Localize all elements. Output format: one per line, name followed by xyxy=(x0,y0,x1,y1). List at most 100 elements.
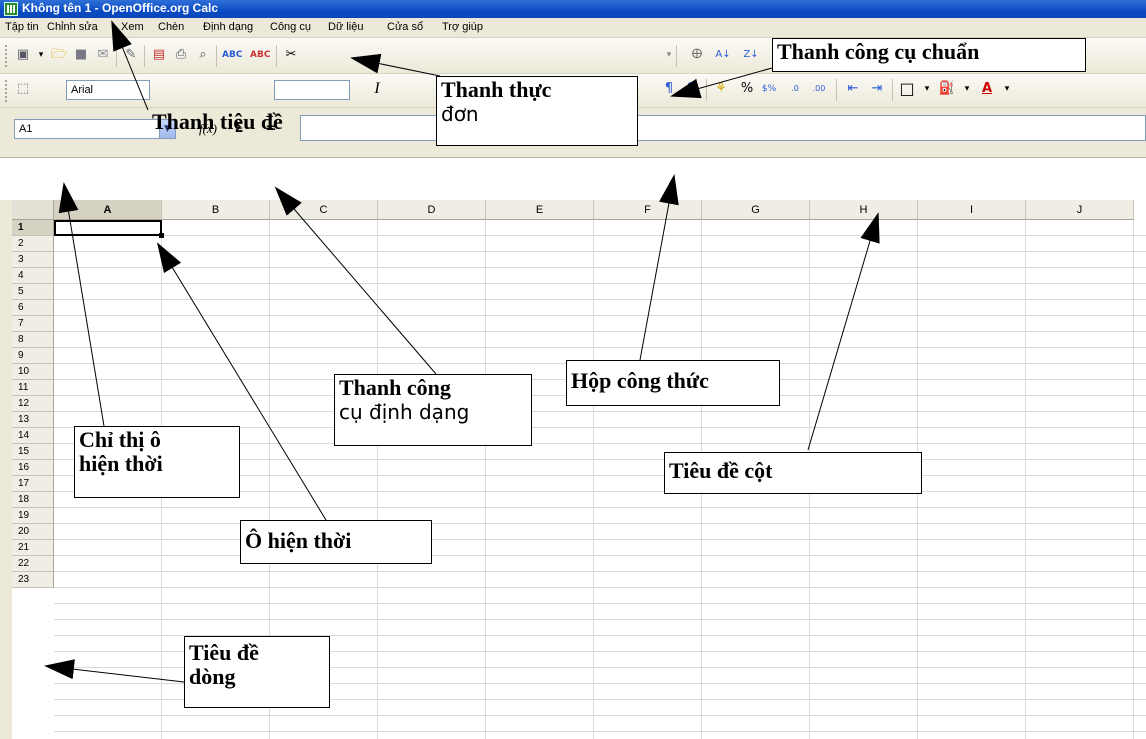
print-icon[interactable]: ⎙ xyxy=(172,46,190,64)
page-preview-icon[interactable]: ⌕ xyxy=(194,46,212,64)
menu-help[interactable]: Trợ giúp xyxy=(442,21,483,33)
styles-formatting-icon[interactable]: ⬚ xyxy=(14,80,32,98)
spellcheck-icon[interactable]: ABC xyxy=(222,46,242,64)
row-header-22[interactable]: 22 xyxy=(12,556,54,572)
column-header-f[interactable]: F xyxy=(594,200,702,220)
callout-text: Thanh công cụ chuẩn xyxy=(777,39,980,64)
add-decimal-icon[interactable]: .0 xyxy=(786,80,804,98)
callout-title-bar: Thanh tiêu đề xyxy=(148,108,360,142)
column-header-g[interactable]: G xyxy=(702,200,810,220)
row-header-18[interactable]: 18 xyxy=(12,492,54,508)
row-header-5[interactable]: 5 xyxy=(12,284,54,300)
window-title: Không tên 1 - OpenOffice.org Calc xyxy=(22,1,219,15)
callout-text: cụ định dạng xyxy=(339,400,470,424)
column-header-i[interactable]: I xyxy=(918,200,1026,220)
font-name-box[interactable]: Arial xyxy=(66,80,150,100)
callout-text: Chỉ thị ô xyxy=(79,427,161,452)
row-header-17[interactable]: 17 xyxy=(12,476,54,492)
row-header-11[interactable]: 11 xyxy=(12,380,54,396)
save-icon[interactable]: ■ xyxy=(72,46,90,64)
row-header-12[interactable]: 12 xyxy=(12,396,54,412)
row-header-20[interactable]: 20 xyxy=(12,524,54,540)
menu-view[interactable]: Xem xyxy=(121,21,144,33)
column-header-h[interactable]: H xyxy=(810,200,918,220)
callout-standard-toolbar: Thanh công cụ chuẩn xyxy=(772,38,1086,72)
text-ltr-icon[interactable]: ¶ xyxy=(660,80,678,98)
column-header-a[interactable]: A xyxy=(54,200,162,220)
row-header-16[interactable]: 16 xyxy=(12,460,54,476)
chevron-down-icon[interactable]: ▾ xyxy=(32,46,50,64)
callout-text: Hộp công thức xyxy=(571,368,709,393)
chevron-down-icon[interactable]: ▾ xyxy=(998,80,1016,98)
separator xyxy=(676,45,677,67)
new-document-icon[interactable]: ▣ xyxy=(14,46,32,64)
currency-format-icon[interactable]: ⚘ xyxy=(712,80,730,98)
toolbar-grip[interactable] xyxy=(5,45,8,67)
menu-tools[interactable]: Công cụ xyxy=(270,21,311,33)
column-header-d[interactable]: D xyxy=(378,200,486,220)
title-bar[interactable]: Không tên 1 - OpenOffice.org Calc xyxy=(0,0,1146,18)
separator xyxy=(276,45,277,67)
row-header-10[interactable]: 10 xyxy=(12,364,54,380)
menu-data[interactable]: Dữ liệu xyxy=(328,21,364,33)
email-icon[interactable]: ✉ xyxy=(94,46,112,64)
row-header-13[interactable]: 13 xyxy=(12,412,54,428)
standard-format-icon[interactable]: $% xyxy=(760,80,778,98)
callout-text: Thanh công xyxy=(339,375,451,400)
increase-indent-icon[interactable]: ⇥ xyxy=(868,80,886,98)
chevron-down-icon[interactable]: ▾ xyxy=(958,80,976,98)
toolbar-grip[interactable] xyxy=(5,80,8,102)
menu-edit[interactable]: Chỉnh sửa xyxy=(47,21,98,33)
row-header-4[interactable]: 4 xyxy=(12,268,54,284)
row-header-21[interactable]: 21 xyxy=(12,540,54,556)
menu-insert[interactable]: Chèn xyxy=(158,21,184,33)
row-header-23[interactable]: 23 xyxy=(12,572,54,588)
formula-input[interactable] xyxy=(300,115,1146,141)
menu-file[interactable]: Tập tin xyxy=(5,21,39,33)
row-header-3[interactable]: 3 xyxy=(12,252,54,268)
edit-file-icon[interactable]: ✎ xyxy=(122,46,140,64)
decrease-indent-icon[interactable]: ⇤ xyxy=(844,80,862,98)
borders-icon[interactable]: □ xyxy=(898,80,916,98)
separator xyxy=(706,79,707,101)
row-header-9[interactable]: 9 xyxy=(12,348,54,364)
row-header-2[interactable]: 2 xyxy=(12,236,54,252)
callout-cell-indicator: Chỉ thị ô hiện thời xyxy=(74,426,240,498)
row-header-15[interactable]: 15 xyxy=(12,444,54,460)
row-header-7[interactable]: 7 xyxy=(12,316,54,332)
separator xyxy=(216,45,217,67)
menu-format[interactable]: Định dạng xyxy=(203,21,253,33)
column-header-c[interactable]: C xyxy=(270,200,378,220)
menu-window[interactable]: Cửa sổ xyxy=(387,21,423,33)
percent-format-icon[interactable]: % xyxy=(738,80,756,98)
column-header-e[interactable]: E xyxy=(486,200,594,220)
row-header-14[interactable]: 14 xyxy=(12,428,54,444)
cut-icon[interactable]: ✂ xyxy=(282,46,300,64)
callout-column-header: Tiêu đề cột xyxy=(664,452,922,494)
open-folder-icon[interactable]: 🗁 xyxy=(50,46,68,64)
delete-decimal-icon[interactable]: .00 xyxy=(810,80,828,98)
italic-icon[interactable]: I xyxy=(368,80,386,98)
column-header-b[interactable]: B xyxy=(162,200,270,220)
sheet-left-edge xyxy=(0,200,12,739)
text-rtl-icon[interactable]: ¶ xyxy=(682,80,700,98)
export-pdf-icon[interactable]: ▤ xyxy=(150,46,168,64)
callout-text: hiện thời xyxy=(79,451,163,476)
background-color-icon[interactable]: ⛽ xyxy=(938,80,956,98)
sort-ascending-icon[interactable]: A↓ xyxy=(714,46,732,64)
row-header-8[interactable]: 8 xyxy=(12,332,54,348)
font-size-box[interactable] xyxy=(274,80,350,100)
column-header-j[interactable]: J xyxy=(1026,200,1134,220)
auto-spellcheck-icon[interactable]: ABC xyxy=(250,46,270,64)
callout-text: Tiêu đề cột xyxy=(669,458,773,483)
active-cell[interactable] xyxy=(54,220,164,238)
font-color-icon[interactable]: A xyxy=(978,80,996,98)
row-header-19[interactable]: 19 xyxy=(12,508,54,524)
hyperlink-icon[interactable]: 🜨 xyxy=(688,46,706,64)
row-header-1[interactable]: 1 xyxy=(12,220,54,236)
select-all-corner[interactable] xyxy=(12,200,54,220)
chevron-down-icon[interactable]: ▾ xyxy=(918,80,936,98)
sort-descending-icon[interactable]: Z↓ xyxy=(742,46,760,64)
callout-text: Thanh thực xyxy=(441,77,552,102)
row-header-6[interactable]: 6 xyxy=(12,300,54,316)
